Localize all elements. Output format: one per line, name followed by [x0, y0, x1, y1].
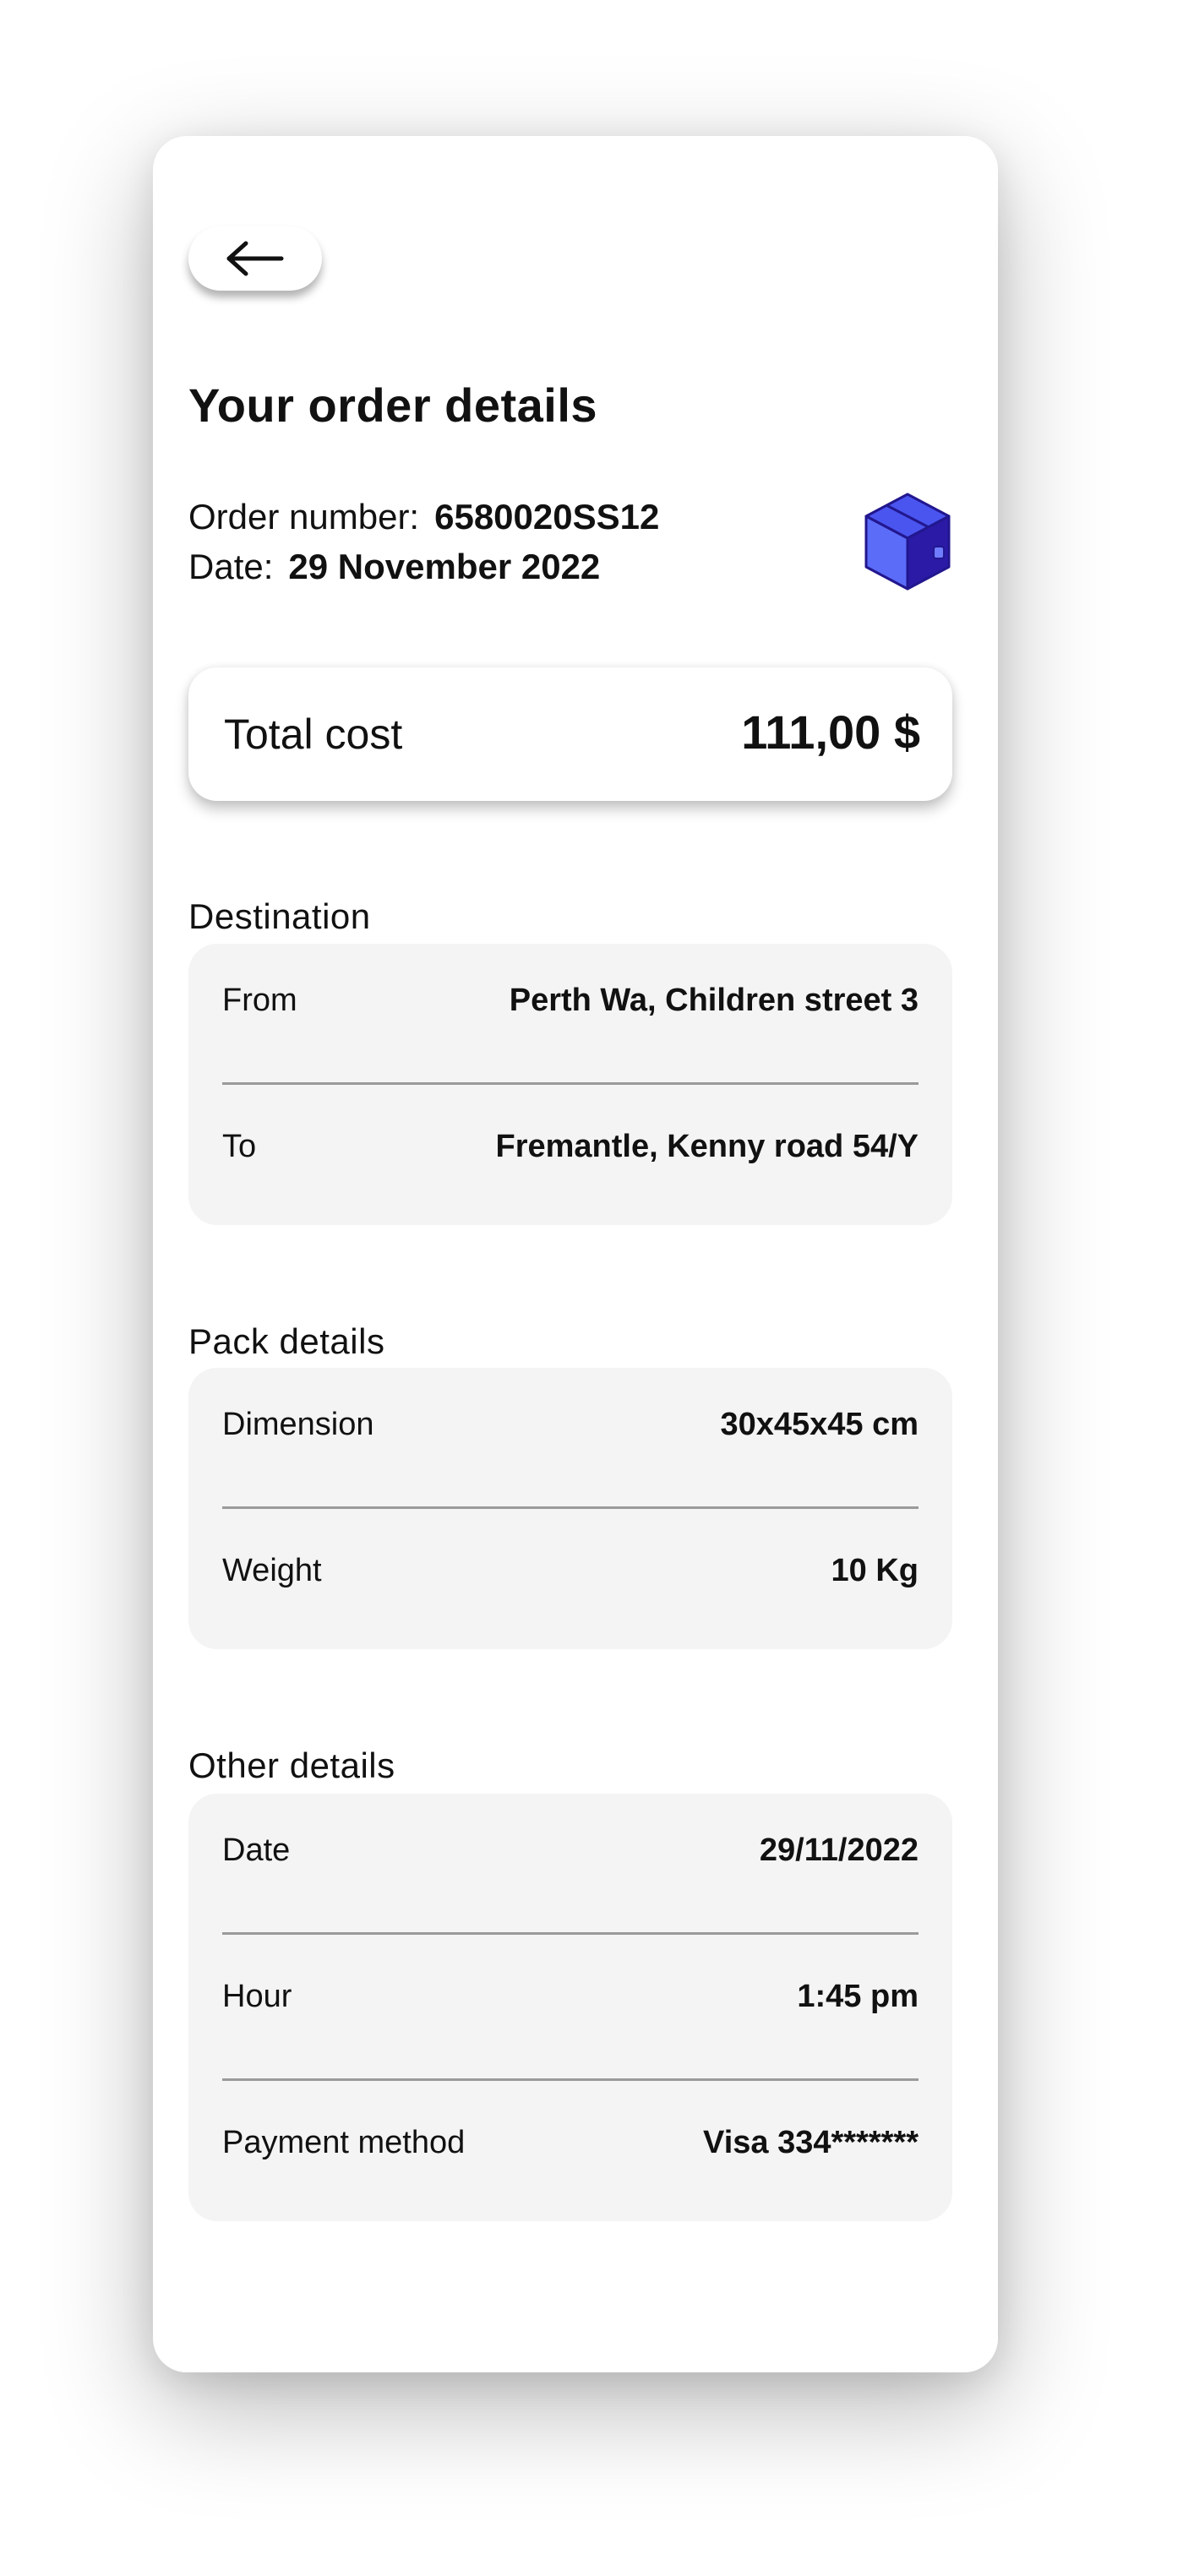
order-number-value: 6580020SS12: [434, 497, 660, 536]
destination-title: Destination: [188, 896, 371, 936]
divider: [222, 1082, 919, 1085]
pack-row-weight: Weight 10 Kg: [222, 1547, 919, 1594]
payment-method-value: Visa 334*******: [703, 2125, 919, 2160]
hour-value: 1:45 pm: [797, 1979, 919, 2014]
arrow-left-icon: [226, 241, 284, 276]
hour-label: Hour: [222, 1979, 292, 2014]
order-date-value: 29 November 2022: [288, 547, 601, 586]
dimension-value: 30x45x45 cm: [720, 1407, 919, 1442]
order-number: Order number: 6580020SS12: [188, 494, 659, 540]
other-details-panel: Date 29/11/2022 Hour 1:45 pm Payment met…: [188, 1794, 952, 2221]
pack-details-title: Pack details: [188, 1321, 385, 1361]
total-cost-card: Total cost 111,00 $: [188, 667, 952, 801]
pack-details-panel: Dimension 30x45x45 cm Weight 10 Kg: [188, 1368, 952, 1649]
destination-row-to: To Fremantle, Kenny road 54/Y: [222, 1123, 919, 1170]
to-value: Fremantle, Kenny road 54/Y: [495, 1129, 919, 1164]
from-value: Perth Wa, Children street 3: [509, 983, 919, 1018]
order-number-label: Order number:: [188, 497, 420, 536]
total-cost-value: 111,00 $: [741, 705, 920, 759]
weight-label: Weight: [222, 1553, 322, 1588]
date-value: 29/11/2022: [759, 1833, 919, 1868]
dimension-label: Dimension: [222, 1407, 374, 1442]
other-details-title: Other details: [188, 1745, 395, 1785]
weight-value: 10 Kg: [831, 1553, 919, 1588]
package-box-icon: [864, 493, 951, 591]
order-date: Date: 29 November 2022: [188, 544, 600, 590]
divider: [222, 1506, 919, 1509]
date-label: Date: [222, 1833, 291, 1868]
order-date-label: Date:: [188, 547, 274, 586]
total-cost-label: Total cost: [224, 711, 403, 758]
other-row-date: Date 29/11/2022: [222, 1827, 919, 1874]
pack-row-dimension: Dimension 30x45x45 cm: [222, 1401, 919, 1448]
order-details-card: Your order details Order number: 6580020S…: [153, 136, 998, 2372]
back-button[interactable]: [188, 226, 322, 291]
other-row-payment-method: Payment method Visa 334*******: [222, 2119, 919, 2166]
payment-method-label: Payment method: [222, 2125, 466, 2160]
divider: [222, 2078, 919, 2081]
page-title: Your order details: [188, 379, 598, 432]
destination-row-from: From Perth Wa, Children street 3: [222, 977, 919, 1024]
destination-panel: From Perth Wa, Children street 3 To Frem…: [188, 944, 952, 1225]
from-label: From: [222, 983, 297, 1018]
to-label: To: [222, 1129, 257, 1164]
divider: [222, 1932, 919, 1935]
other-row-hour: Hour 1:45 pm: [222, 1973, 919, 2020]
